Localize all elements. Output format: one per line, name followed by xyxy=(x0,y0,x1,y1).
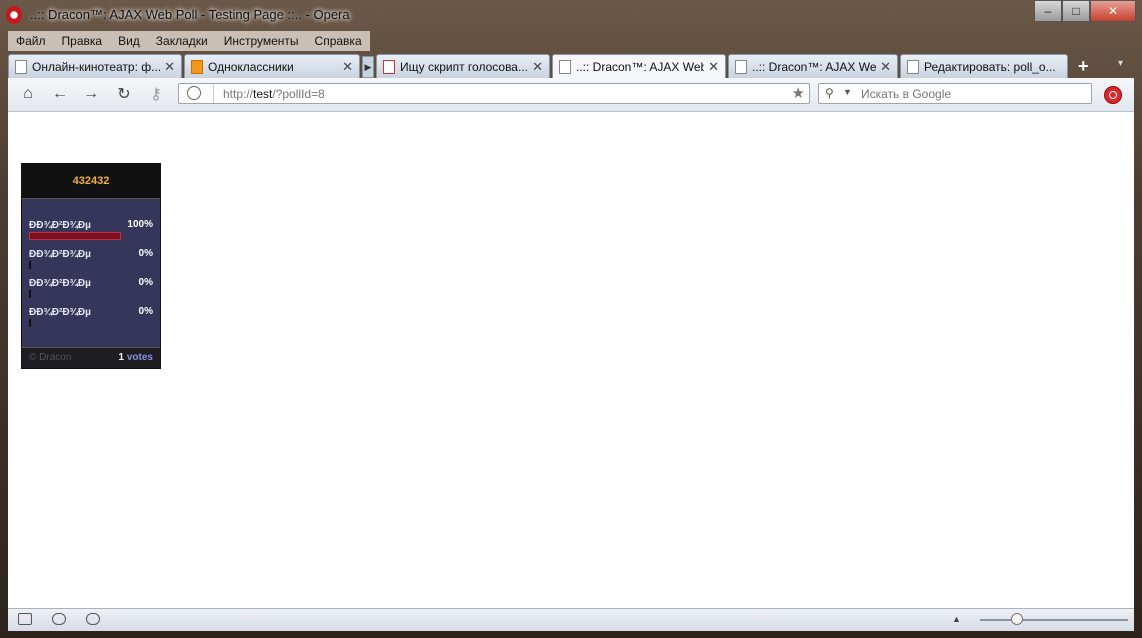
title-bar: ..:: Dracon™: AJAX Web Poll - Testing Pa… xyxy=(0,0,1142,30)
poll-option[interactable]: ÐÐ¾Ð²Ð¾Ðµ 100% xyxy=(29,219,153,246)
menu-edit[interactable]: Правка xyxy=(54,31,111,51)
close-tab-icon[interactable]: ✕ xyxy=(342,59,353,75)
poll-votes-count: 1 xyxy=(118,352,125,363)
poll-votes: 1 votes xyxy=(119,352,153,363)
panel-toggle-icon[interactable] xyxy=(18,613,32,625)
tab-script-search[interactable]: Ищу скрипт голосова... ✕ xyxy=(376,54,550,78)
poll-option-bar xyxy=(29,232,121,240)
opera-unite-icon[interactable] xyxy=(1104,86,1122,104)
opera-logo-icon[interactable] xyxy=(6,6,22,24)
url-prefix: http:// xyxy=(223,87,254,101)
speed-dial-icon[interactable] xyxy=(86,613,100,625)
poll-option-bar xyxy=(29,319,31,327)
search-icon[interactable]: ⚲ xyxy=(825,86,834,100)
tab-label: Ищу скрипт голосова... xyxy=(400,59,528,74)
poll-option[interactable]: ÐÐ¾Ð²Ð¾Ðµ 0% xyxy=(29,277,153,304)
menu-tools[interactable]: Инструменты xyxy=(216,31,307,51)
reload-icon[interactable]: ↻ xyxy=(114,84,134,104)
tab-odnoklassniki[interactable]: Одноклассники ✕ xyxy=(184,54,360,78)
tab-dracon-active[interactable]: ..:: Dracon™: AJAX Web... ✕ xyxy=(552,54,726,78)
tab-bar: Онлайн-кинотеатр: ф... ✕ Одноклассники ✕… xyxy=(8,52,1134,78)
url-path: /?pollId=8 xyxy=(272,87,325,101)
poll-widget: 432432 ÐÐ¾Ð²Ð¾Ðµ 100% ÐÐ¾Ð²Ð¾Ðµ 0% ÐÐ¾Ð²… xyxy=(21,163,161,369)
zoom-slider-handle[interactable] xyxy=(1011,613,1023,625)
poll-option-percent: 0% xyxy=(138,248,153,259)
tab-label: Онлайн-кинотеатр: ф... xyxy=(32,59,161,74)
tab-label: ..:: Dracon™: AJAX Web... xyxy=(752,59,877,74)
zoom-slider-track[interactable] xyxy=(980,619,1128,621)
poll-option-label: ÐÐ¾Ð²Ð¾Ðµ xyxy=(29,249,91,260)
page-icon xyxy=(559,59,571,74)
window-controls: – □ ✕ xyxy=(1034,0,1136,22)
tab-label: Одноклассники xyxy=(208,59,294,74)
cms-icon xyxy=(383,59,395,74)
close-button[interactable]: ✕ xyxy=(1090,0,1136,22)
menu-help[interactable]: Справка xyxy=(307,31,370,51)
poll-footer: © Dracon 1 votes xyxy=(22,347,160,368)
close-tab-icon[interactable]: ✕ xyxy=(164,59,175,75)
tab-label: ..:: Dracon™: AJAX Web... xyxy=(576,59,705,74)
poll-option-bar xyxy=(29,290,31,298)
navigation-toolbar: ⌂ ← → ↻ ⚷ http://test/?pollId=8 ★ ⚲ ▼ xyxy=(8,78,1134,112)
search-input[interactable] xyxy=(859,86,1083,102)
globe-icon xyxy=(187,86,201,100)
page-icon xyxy=(15,59,27,74)
page-viewport: 432432 ÐÐ¾Ð²Ð¾Ðµ 100% ÐÐ¾Ð²Ð¾Ðµ 0% ÐÐ¾Ð²… xyxy=(8,112,1134,608)
menu-bookmarks[interactable]: Закладки xyxy=(148,31,216,51)
tab-dracon[interactable]: ..:: Dracon™: AJAX Web... ✕ xyxy=(728,54,898,78)
search-box[interactable]: ⚲ ▼ xyxy=(818,83,1092,104)
tab-scroll-right-icon[interactable]: ▶ xyxy=(362,56,374,78)
turbo-cloud-icon[interactable] xyxy=(52,613,66,625)
url-host: test xyxy=(253,87,273,101)
close-tab-icon[interactable]: ✕ xyxy=(708,59,719,75)
poll-option-percent: 0% xyxy=(138,306,153,317)
poll-option-label: ÐÐ¾Ð²Ð¾Ðµ xyxy=(29,278,91,289)
maximize-button[interactable]: □ xyxy=(1062,0,1090,22)
zoom-menu-icon[interactable]: ▲ xyxy=(952,614,961,624)
tab-label: Редактировать: poll_o... xyxy=(924,59,1056,74)
close-tab-icon[interactable]: ✕ xyxy=(880,59,891,75)
poll-votes-label: votes xyxy=(126,352,153,363)
key-icon[interactable]: ⚷ xyxy=(146,84,166,104)
window-frame: ..:: Dracon™: AJAX Web Poll - Testing Pa… xyxy=(0,0,1142,638)
poll-options: ÐÐ¾Ð²Ð¾Ðµ 100% ÐÐ¾Ð²Ð¾Ðµ 0% ÐÐ¾Ð²Ð¾Ðµ 0%… xyxy=(22,199,160,349)
tab-menu-icon[interactable]: ▾ xyxy=(1118,58,1123,69)
poll-option-percent: 0% xyxy=(138,277,153,288)
window-title: ..:: Dracon™: AJAX Web Poll - Testing Pa… xyxy=(30,7,350,22)
bookmark-star-icon[interactable]: ★ xyxy=(792,84,805,102)
poll-option[interactable]: ÐÐ¾Ð²Ð¾Ðµ 0% xyxy=(29,306,153,333)
back-icon[interactable]: ← xyxy=(50,84,70,104)
minimize-button[interactable]: – xyxy=(1034,0,1062,22)
address-url[interactable]: http://test/?pollId=8 xyxy=(223,87,325,101)
address-separator xyxy=(213,84,214,103)
menu-bar: Файл Правка Вид Закладки Инструменты Спр… xyxy=(8,31,370,51)
forward-icon[interactable]: → xyxy=(81,84,101,104)
home-icon[interactable]: ⌂ xyxy=(18,84,38,104)
poll-option-percent: 100% xyxy=(127,219,153,230)
odnoklassniki-icon xyxy=(191,59,203,74)
status-bar: ▲ xyxy=(8,608,1134,631)
edit-icon xyxy=(907,59,919,74)
poll-title: 432432 xyxy=(22,164,160,199)
poll-option-bar xyxy=(29,261,31,269)
close-tab-icon[interactable]: ✕ xyxy=(532,59,543,75)
poll-option[interactable]: ÐÐ¾Ð²Ð¾Ðµ 0% xyxy=(29,248,153,275)
address-bar[interactable]: http://test/?pollId=8 ★ xyxy=(178,83,810,104)
poll-option-label: ÐÐ¾Ð²Ð¾Ðµ xyxy=(29,220,91,231)
tab-cinema[interactable]: Онлайн-кинотеатр: ф... ✕ xyxy=(8,54,182,78)
poll-option-label: ÐÐ¾Ð²Ð¾Ðµ xyxy=(29,307,91,318)
menu-file[interactable]: Файл xyxy=(8,31,54,51)
search-engine-dropdown-icon[interactable]: ▼ xyxy=(843,87,852,97)
new-tab-icon[interactable]: + xyxy=(1078,56,1089,77)
poll-copyright: © Dracon xyxy=(29,352,72,363)
menu-view[interactable]: Вид xyxy=(110,31,148,51)
page-icon xyxy=(735,59,747,74)
tab-edit-poll[interactable]: Редактировать: poll_o... xyxy=(900,54,1068,78)
